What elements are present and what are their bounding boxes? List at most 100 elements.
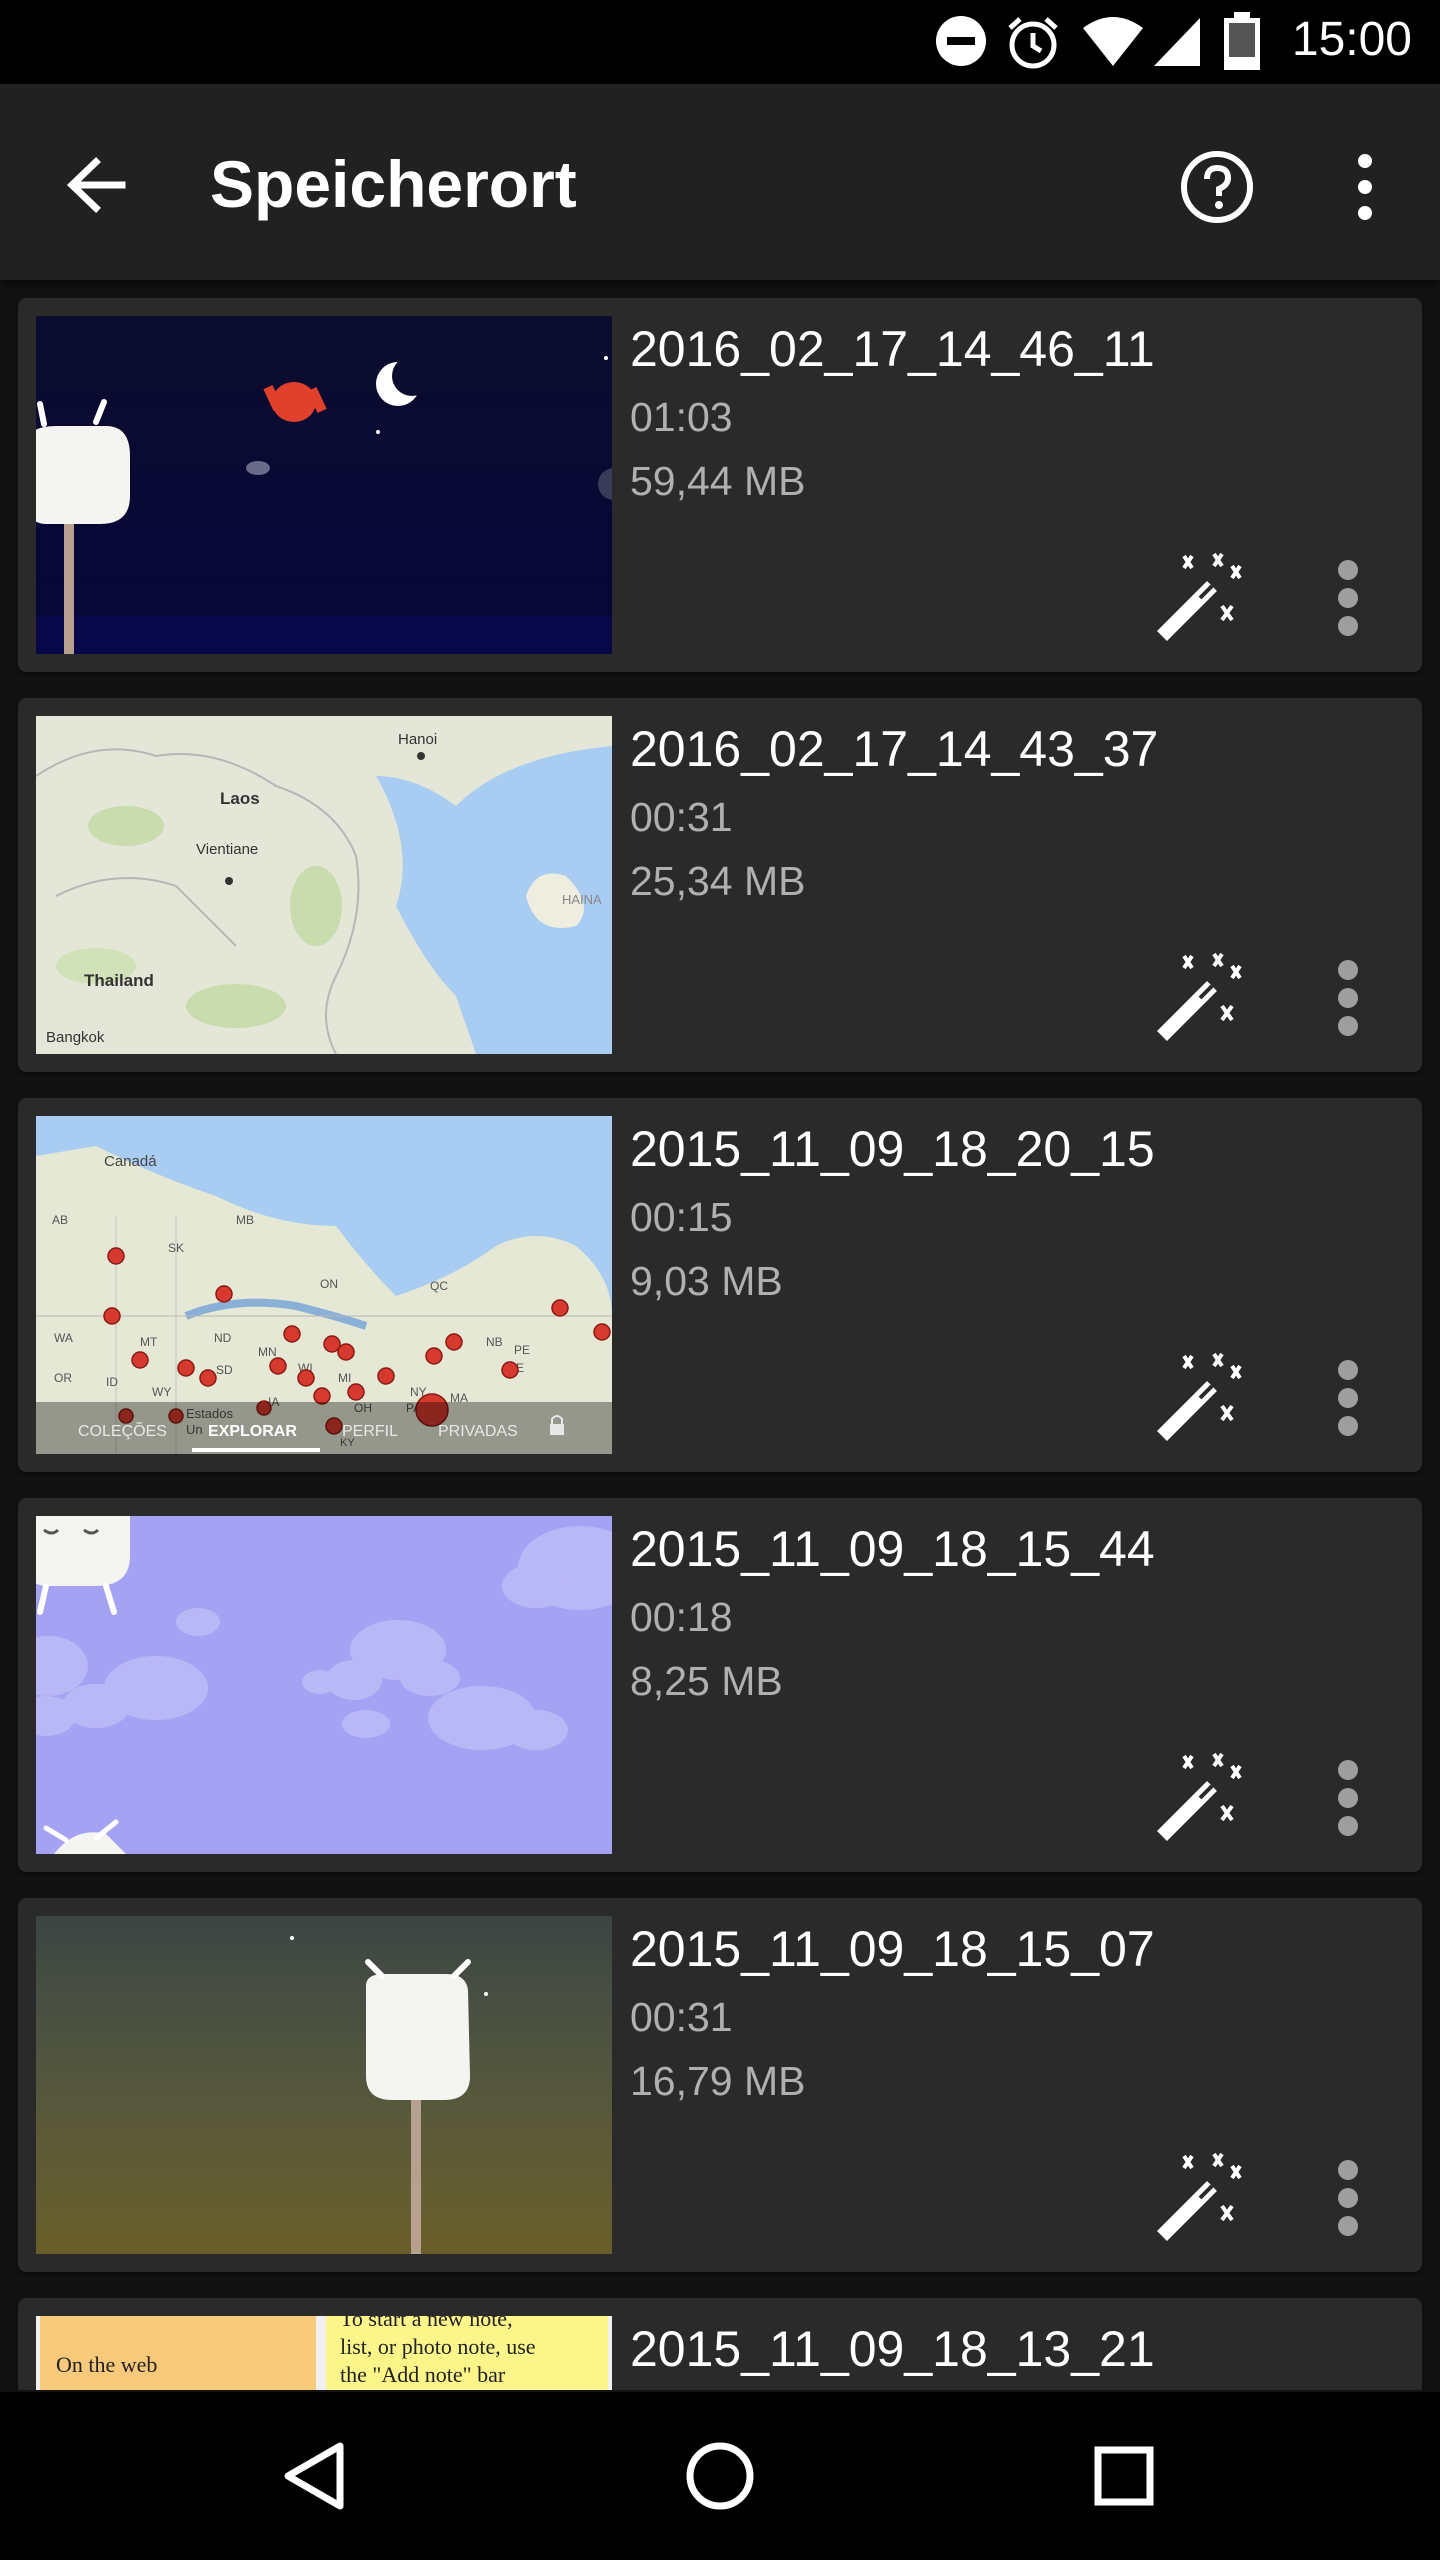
- nav-back-icon: [266, 2442, 366, 2530]
- do-not-disturb-icon: [934, 14, 988, 73]
- back-button[interactable]: [52, 140, 142, 230]
- item-more-button[interactable]: [1316, 2146, 1380, 2246]
- item-more-button[interactable]: [1316, 946, 1380, 1046]
- recording-card[interactable]: On the web To start a new note, list, or…: [18, 2298, 1422, 2390]
- map-label: MB: [236, 1213, 254, 1227]
- alarm-icon: [1004, 14, 1062, 77]
- recording-card[interactable]: 2015_11_09_18_15_07 00:31 16,79 MB: [18, 1898, 1422, 2272]
- note-text: On the web: [56, 2352, 157, 2377]
- map-label: PE: [514, 1343, 530, 1357]
- recording-duration: 00:31: [630, 794, 733, 840]
- map-label: ID: [106, 1375, 118, 1389]
- recording-size: 59,44 MB: [630, 458, 806, 504]
- map-label: OR: [54, 1371, 72, 1385]
- recording-name: 2016_02_17_14_46_11: [630, 321, 1155, 377]
- nav-back-button[interactable]: [266, 2426, 366, 2526]
- map-label: MT: [140, 1335, 158, 1349]
- recording-name: 2015_11_09_18_20_15: [630, 1121, 1155, 1177]
- nav-home-button[interactable]: [670, 2426, 770, 2526]
- map-label: ND: [214, 1331, 232, 1345]
- recording-size: 8,25 MB: [630, 1658, 783, 1704]
- video-thumbnail[interactable]: [36, 1516, 612, 1854]
- note-text: the "Add note" bar: [340, 2362, 506, 2387]
- item-more-button[interactable]: [1316, 1746, 1380, 1846]
- nav-recents-icon: [1074, 2446, 1174, 2530]
- map-label: QC: [430, 1279, 448, 1293]
- video-thumbnail[interactable]: [36, 316, 612, 654]
- map-label: AB: [52, 1213, 68, 1227]
- map-label: SD: [216, 1363, 233, 1377]
- more-vert-icon: [1316, 960, 1380, 1050]
- map-label: ON: [320, 1277, 338, 1291]
- map-label: SK: [168, 1241, 184, 1255]
- map-label: HAINA: [562, 892, 602, 907]
- status-time: 15:00: [1291, 13, 1412, 66]
- map-label: Laos: [220, 789, 260, 808]
- edit-magic-button[interactable]: [1148, 946, 1248, 1046]
- recording-name: 2015_11_09_18_15_07: [630, 1921, 1155, 1977]
- recording-card[interactable]: Canadá AB SK MB ON QC WA MT ND MN WI MI …: [18, 1098, 1422, 1472]
- map-label: WA: [54, 1331, 73, 1345]
- map-label: WY: [152, 1385, 171, 1399]
- recording-duration: 00:18: [630, 1594, 733, 1640]
- video-thumbnail[interactable]: On the web To start a new note, list, or…: [36, 2316, 612, 2390]
- more-vert-icon: [1320, 154, 1410, 236]
- magic-wand-icon: [1148, 952, 1248, 1050]
- page-title: Speicherort: [210, 147, 577, 221]
- recording-duration: 00:31: [630, 1994, 733, 2040]
- map-label: Vientiane: [196, 841, 258, 858]
- recording-name: 2016_02_17_14_43_37: [630, 721, 1159, 777]
- map-label: MI: [338, 1371, 351, 1385]
- recording-size: 16,79 MB: [630, 2058, 806, 2104]
- recording-card[interactable]: 2015_11_09_18_15_44 00:18 8,25 MB: [18, 1498, 1422, 1872]
- edit-magic-button[interactable]: [1148, 2146, 1248, 2246]
- recording-size: 9,03 MB: [630, 1258, 783, 1304]
- map-label: Canadá: [104, 1153, 157, 1170]
- recording-card[interactable]: 2016_02_17_14_46_11 01:03 59,44 MB: [18, 298, 1422, 672]
- more-vert-icon: [1316, 1360, 1380, 1450]
- map-tab: PRIVADAS: [438, 1423, 518, 1440]
- recording-duration: 01:03: [630, 394, 733, 440]
- map-label: Hanoi: [398, 731, 437, 748]
- system-nav-bar: [0, 2392, 1440, 2560]
- map-tab-active: EXPLORAR: [208, 1423, 297, 1440]
- toolbar-more-button[interactable]: [1320, 142, 1410, 232]
- arrow-back-icon: [52, 157, 142, 234]
- item-more-button[interactable]: [1316, 546, 1380, 646]
- note-text: To start a new note,: [340, 2316, 513, 2331]
- nav-recents-button[interactable]: [1074, 2426, 1174, 2526]
- help-button[interactable]: [1172, 142, 1262, 232]
- more-vert-icon: [1316, 560, 1380, 650]
- wifi-icon: [1082, 16, 1144, 73]
- magic-wand-icon: [1148, 1752, 1248, 1850]
- note-text: list, or photo note, use: [340, 2334, 536, 2359]
- nav-home-icon: [670, 2442, 770, 2530]
- signal-icon: [1152, 16, 1202, 73]
- battery-icon: [1222, 12, 1262, 77]
- map-label: NB: [486, 1335, 503, 1349]
- recording-duration: 00:15: [630, 1194, 733, 1240]
- video-thumbnail[interactable]: [36, 1916, 612, 2254]
- video-thumbnail[interactable]: Hanoi Laos Vientiane Thailand Bangkok HA…: [36, 716, 612, 1054]
- map-label: Thailand: [84, 971, 154, 990]
- app-toolbar: Speicherort: [0, 84, 1440, 280]
- recording-name: 2015_11_09_18_15_44: [630, 1521, 1155, 1577]
- magic-wand-icon: [1148, 2152, 1248, 2250]
- help-circle-icon: [1172, 151, 1262, 236]
- edit-magic-button[interactable]: [1148, 546, 1248, 646]
- recording-size: 25,34 MB: [630, 858, 806, 904]
- map-tab: COLEÇÕES: [78, 1420, 167, 1440]
- magic-wand-icon: [1148, 1352, 1248, 1450]
- edit-magic-button[interactable]: [1148, 1346, 1248, 1446]
- recordings-list[interactable]: 2016_02_17_14_46_11 01:03 59,44 MB Hanoi…: [0, 280, 1440, 2390]
- item-more-button[interactable]: [1316, 1346, 1380, 1446]
- map-label: MN: [258, 1345, 277, 1359]
- recording-name: 2015_11_09_18_13_21: [630, 2321, 1155, 2377]
- recording-card[interactable]: Hanoi Laos Vientiane Thailand Bangkok HA…: [18, 698, 1422, 1072]
- map-tab: PERFIL: [342, 1423, 398, 1440]
- video-thumbnail[interactable]: Canadá AB SK MB ON QC WA MT ND MN WI MI …: [36, 1116, 612, 1454]
- status-bar: 15:00: [0, 0, 1440, 84]
- screen: 15:00 Speicherort 2016_02_17_14_46_11 01…: [0, 0, 1440, 2560]
- edit-magic-button[interactable]: [1148, 1746, 1248, 1846]
- more-vert-icon: [1316, 2160, 1380, 2250]
